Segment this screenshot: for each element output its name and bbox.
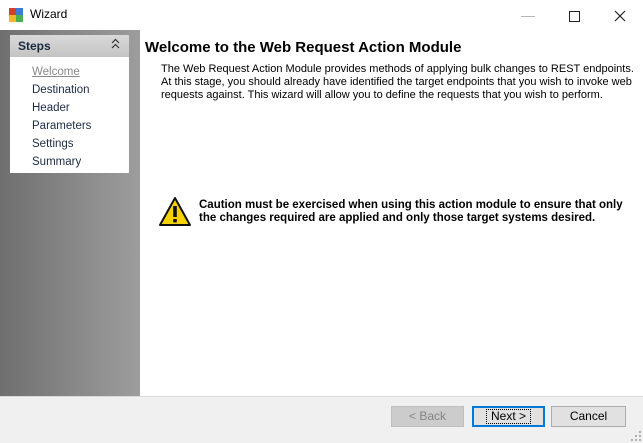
step-header[interactable]: Header [32, 99, 91, 117]
steps-header[interactable]: Steps [10, 35, 129, 57]
steps-title: Steps [18, 39, 51, 53]
title-bar: Wizard — [0, 0, 643, 30]
next-button[interactable]: Next > [472, 406, 545, 427]
step-list: Welcome Destination Header Parameters Se… [32, 63, 91, 171]
step-destination[interactable]: Destination [32, 81, 91, 99]
button-bar: < Back Next > Cancel [0, 396, 643, 443]
step-summary[interactable]: Summary [32, 153, 91, 171]
caution-message: Caution must be exercised when using thi… [199, 199, 623, 224]
step-parameters[interactable]: Parameters [32, 117, 91, 135]
close-icon [614, 10, 626, 22]
maximize-icon [568, 10, 580, 22]
warning-icon [159, 197, 191, 226]
maximize-button[interactable] [551, 0, 597, 30]
step-settings[interactable]: Settings [32, 135, 91, 153]
page-title: Welcome to the Web Request Action Module [145, 39, 462, 56]
step-welcome[interactable]: Welcome [32, 63, 91, 81]
minimize-button[interactable]: — [505, 0, 551, 30]
close-button[interactable] [597, 0, 643, 30]
page-description: The Web Request Action Module provides m… [161, 63, 634, 101]
resize-grip[interactable] [631, 431, 641, 441]
cancel-button[interactable]: Cancel [551, 406, 626, 427]
steps-box: Steps Welcome Destination Header Paramet… [10, 35, 129, 173]
steps-sidebar: Steps Welcome Destination Header Paramet… [0, 30, 140, 396]
next-button-label: Next > [485, 409, 531, 424]
app-icon [9, 8, 23, 22]
window-title: Wizard [30, 7, 68, 21]
back-button[interactable]: < Back [391, 406, 464, 427]
collapse-icon[interactable] [111, 38, 120, 54]
